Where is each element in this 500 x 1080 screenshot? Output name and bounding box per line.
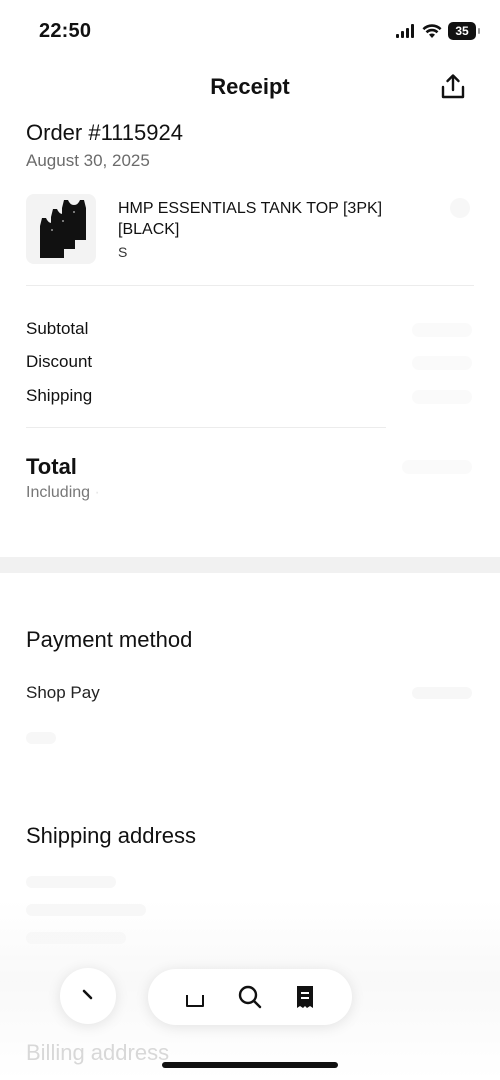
address-line-faded xyxy=(26,876,116,888)
shipping-label: Shipping xyxy=(26,386,93,405)
status-time: 22:50 xyxy=(39,20,92,42)
total-value xyxy=(402,460,472,474)
discount-label: Discount xyxy=(26,352,93,371)
share-button[interactable] xyxy=(438,72,468,102)
tax-note: Including · xyxy=(26,484,100,502)
product-thumbnail xyxy=(26,194,96,264)
subtotal-value xyxy=(412,323,472,337)
quantity-badge xyxy=(450,198,470,218)
payment-method-value: Shop Pay xyxy=(26,683,100,702)
battery-level: 35 xyxy=(455,24,469,38)
bottom-nav xyxy=(148,969,352,1025)
status-icons: 35 xyxy=(396,22,480,40)
total-label: Total xyxy=(26,454,77,479)
tank-top-image xyxy=(40,200,86,258)
discount-value xyxy=(412,356,472,370)
tax-amount-faded: · xyxy=(90,484,100,501)
receipt-icon xyxy=(296,986,313,1008)
back-icon xyxy=(82,989,93,1000)
shop-bag-icon xyxy=(186,995,205,1007)
status-bar: 22:50 35 xyxy=(0,0,500,62)
receipt-screen: 22:50 35 Receipt Order #1115924 August 3… xyxy=(0,0,500,1080)
nav-shop[interactable] xyxy=(180,982,210,1012)
search-icon xyxy=(238,985,262,1009)
nav-search[interactable] xyxy=(235,982,265,1012)
billing-address-title: Billing address xyxy=(26,1040,170,1065)
back-button[interactable] xyxy=(60,968,116,1024)
including-label: Including xyxy=(26,484,91,501)
section-separator xyxy=(0,557,500,573)
product-variant: S xyxy=(118,244,128,260)
share-icon xyxy=(441,74,465,99)
battery-icon: 35 xyxy=(448,22,480,40)
payment-detail-faded xyxy=(412,687,472,699)
subtotal-label: Subtotal xyxy=(26,319,89,338)
payment-method-title: Payment method xyxy=(26,627,193,652)
home-indicator[interactable] xyxy=(162,1062,338,1068)
shipping-value xyxy=(412,390,472,404)
divider xyxy=(26,285,474,286)
order-number: Order #1115924 xyxy=(26,120,183,145)
order-date: August 30, 2025 xyxy=(26,151,150,170)
page-title: Receipt xyxy=(210,74,290,99)
shipping-address-title: Shipping address xyxy=(26,823,197,848)
header: Receipt xyxy=(0,70,500,106)
cellular-signal-icon xyxy=(396,24,414,38)
divider xyxy=(26,427,386,428)
line-item[interactable]: HMP ESSENTIALS TANK TOP [3PK] [BLACK] S xyxy=(26,194,476,266)
wifi-icon xyxy=(422,23,442,38)
nav-orders[interactable] xyxy=(290,982,320,1012)
product-name: HMP ESSENTIALS TANK TOP [3PK] [BLACK] xyxy=(118,200,383,238)
payment-extra-faded xyxy=(26,732,56,744)
